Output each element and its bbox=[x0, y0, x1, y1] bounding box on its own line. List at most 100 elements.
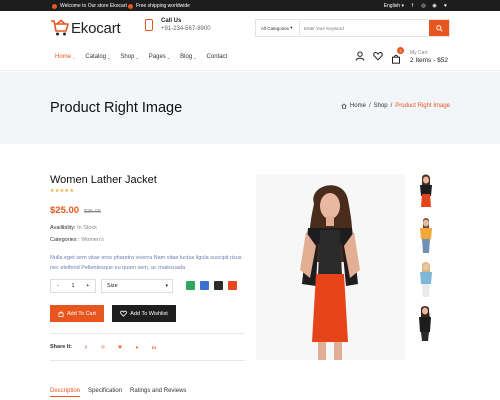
home-icon bbox=[341, 103, 347, 109]
facebook-icon[interactable]: f bbox=[80, 341, 92, 353]
share-label: Share It: bbox=[50, 344, 73, 350]
facebook-icon[interactable]: f bbox=[410, 3, 415, 9]
woman-jacket-photo bbox=[256, 174, 405, 360]
size-select[interactable]: Size ▾ bbox=[101, 279, 173, 293]
thumbnail-photo bbox=[414, 218, 438, 255]
shopping-bag-icon bbox=[58, 310, 64, 317]
breadcrumb-current: Product Right Image bbox=[395, 103, 450, 109]
search-input[interactable] bbox=[300, 20, 429, 36]
color-swatch-green[interactable] bbox=[186, 281, 195, 290]
welcome-text: Welcome to Our store Ekocart bbox=[60, 3, 127, 9]
product-description: Nulla eget sem vitae eros pharetra viver… bbox=[50, 255, 242, 271]
site-logo[interactable]: Ekocart bbox=[50, 19, 121, 37]
search-icon bbox=[435, 24, 443, 32]
breadcrumb-separator: / bbox=[390, 103, 393, 109]
dribbble-icon[interactable]: ◎ bbox=[97, 341, 109, 353]
add-to-cart-button[interactable]: Add To Cart bbox=[50, 305, 104, 322]
nav-item-pages[interactable]: Pages ⌄ bbox=[149, 54, 170, 60]
truck-icon bbox=[128, 3, 133, 9]
cart-items-total: 2 Items - $52 bbox=[410, 57, 448, 64]
heart-icon bbox=[120, 310, 128, 317]
cart-label: My Cart bbox=[410, 50, 428, 56]
nav-item-blog[interactable]: Blog ⌄ bbox=[180, 54, 196, 60]
twitter-icon[interactable]: ♥ bbox=[131, 341, 143, 353]
tab-specification[interactable]: Specification bbox=[88, 388, 122, 397]
divider bbox=[50, 333, 245, 334]
category-select[interactable]: All Categories ▾ bbox=[256, 20, 300, 36]
thumbnail-photo bbox=[414, 306, 438, 343]
add-to-wishlist-button[interactable]: Add To Wishlist bbox=[112, 305, 176, 322]
shopping-bag-icon bbox=[392, 54, 400, 64]
contact-block: Call Us +91-234-567-8900 bbox=[145, 18, 211, 32]
contact-phone[interactable]: +91-234-567-8900 bbox=[161, 26, 211, 32]
breadcrumb-separator: / bbox=[368, 103, 371, 109]
cart-logo-icon bbox=[51, 19, 69, 36]
product-main-image[interactable] bbox=[256, 174, 405, 360]
thumbnail-2[interactable] bbox=[414, 218, 438, 255]
instagram-icon[interactable]: ◉ bbox=[114, 341, 126, 353]
nav-item-home[interactable]: Home ⌄ bbox=[55, 54, 75, 60]
cart-summary[interactable]: My Cart 2 Items - $52 bbox=[410, 50, 448, 64]
breadcrumb-home[interactable]: Home bbox=[350, 103, 366, 109]
quantity-stepper: - 1 + bbox=[50, 279, 96, 293]
tab-description[interactable]: Description bbox=[50, 388, 81, 397]
shipping-text: Free shipping worldwide bbox=[136, 3, 190, 9]
thumbnail-4[interactable] bbox=[414, 306, 438, 343]
chevron-down-icon: ▾ bbox=[165, 283, 168, 289]
store-icon bbox=[52, 3, 57, 9]
categories: Categories : Women's bbox=[50, 237, 104, 243]
color-swatch-orange[interactable] bbox=[228, 281, 237, 290]
heart-icon[interactable] bbox=[373, 51, 383, 61]
logo-text: Ekocart bbox=[71, 19, 121, 37]
availability: Availibility: In Stock bbox=[50, 225, 97, 231]
thumbnail-photo bbox=[414, 262, 438, 299]
qty-plus-button[interactable]: + bbox=[80, 280, 95, 292]
page-banner: Product Right Image Home / Shop / Produc… bbox=[0, 72, 500, 144]
tab-ratings-reviews[interactable]: Ratings and Reviews bbox=[130, 388, 186, 397]
user-icon[interactable] bbox=[355, 51, 365, 61]
rating-stars: ★★★★★ bbox=[50, 188, 75, 194]
dribbble-icon[interactable]: ◎ bbox=[421, 3, 426, 9]
product-price: $25.00 $35.00 bbox=[50, 205, 101, 216]
linkedin-icon[interactable]: in bbox=[148, 341, 160, 353]
categories-label: Categories : bbox=[50, 237, 80, 243]
breadcrumb-shop[interactable]: Shop bbox=[374, 103, 388, 109]
color-swatch-black[interactable] bbox=[214, 281, 223, 290]
color-swatch-blue[interactable] bbox=[200, 281, 209, 290]
main-nav: Home ⌄ Catalog ⌄ Shop ⌄ Pages ⌄ Blog ⌄ Contac… bbox=[55, 54, 227, 60]
cart-count-badge: 2 bbox=[397, 47, 404, 54]
availability-label: Availibility: bbox=[50, 225, 76, 231]
thumbnail-photo bbox=[414, 174, 438, 211]
nav-item-shop[interactable]: Shop ⌄ bbox=[120, 54, 138, 60]
header-icons: 2 bbox=[355, 47, 404, 64]
contact-title: Call Us bbox=[161, 18, 182, 24]
search-bar: All Categories ▾ bbox=[255, 19, 450, 37]
categories-value[interactable]: Women's bbox=[81, 237, 104, 243]
twitter-icon[interactable]: ♥ bbox=[443, 3, 448, 9]
nav-item-catalog[interactable]: Catalog ⌄ bbox=[85, 54, 110, 60]
breadcrumb: Home / Shop / Product Right Image bbox=[341, 103, 450, 109]
instagram-icon[interactable]: ◉ bbox=[432, 3, 437, 9]
site-header: Ekocart Call Us +91-234-567-8900 All Cat… bbox=[0, 11, 500, 71]
old-price: $35.00 bbox=[84, 209, 101, 215]
cart-button[interactable]: 2 bbox=[391, 47, 404, 64]
availability-value: In Stock bbox=[77, 225, 97, 231]
topbar-right: English ▾ f ◎ ◉ ♥ bbox=[384, 3, 448, 9]
divider bbox=[50, 360, 245, 361]
top-bar: Welcome to Our store Ekocart Free shippi… bbox=[0, 0, 500, 11]
current-price: $25.00 bbox=[50, 205, 80, 216]
share-icons: f ◎ ◉ ♥ in bbox=[80, 341, 160, 353]
search-button[interactable] bbox=[429, 20, 449, 36]
welcome-message: Welcome to Our store Ekocart bbox=[52, 3, 127, 9]
language-selector[interactable]: English ▾ bbox=[384, 3, 404, 9]
thumbnail-3[interactable] bbox=[414, 262, 438, 299]
shipping-message: Free shipping worldwide bbox=[128, 3, 190, 9]
nav-item-contact[interactable]: Contact bbox=[207, 54, 228, 60]
qty-minus-button[interactable]: - bbox=[51, 280, 66, 292]
phone-icon bbox=[145, 19, 153, 31]
product-tabs: Description Specification Ratings and Re… bbox=[50, 388, 186, 397]
qty-value[interactable]: 1 bbox=[66, 280, 81, 292]
page-title: Product Right Image bbox=[50, 100, 183, 116]
product-thumbnails bbox=[414, 174, 438, 343]
thumbnail-1[interactable] bbox=[414, 174, 438, 211]
